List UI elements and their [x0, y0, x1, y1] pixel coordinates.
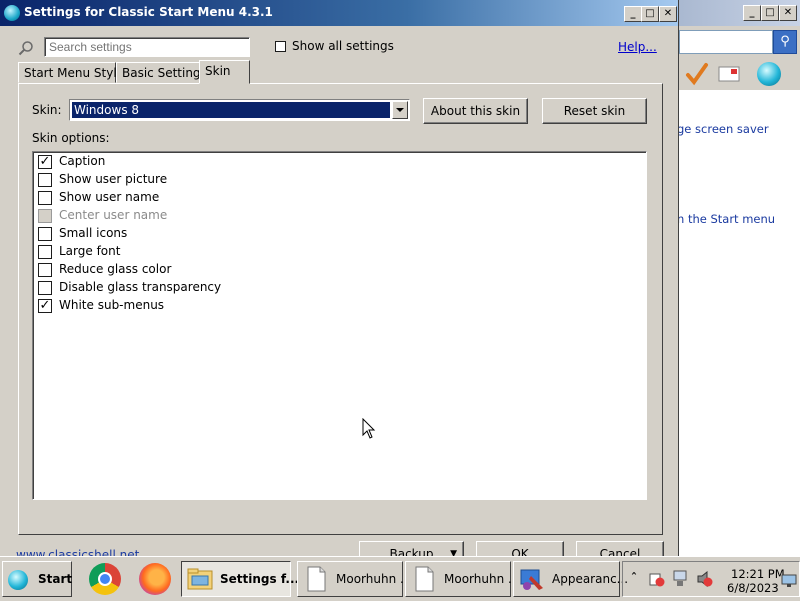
large-font-checkbox[interactable] — [38, 245, 52, 259]
option-label: White sub-menus — [59, 298, 165, 312]
center-user-name-checkbox — [38, 209, 52, 223]
chrome-icon[interactable] — [89, 563, 121, 595]
tab-basic-settings[interactable]: Basic Settings — [116, 62, 207, 83]
search-icon: ⚲ — [780, 34, 790, 49]
background-window-titlebar: _ □ ✕ — [677, 0, 800, 26]
minimize-button[interactable]: _ — [743, 5, 761, 21]
chevron-down-icon[interactable] — [392, 101, 408, 119]
taskbar: Start Settings f... Moorhuhn ... Moorhuh… — [0, 556, 800, 601]
task-label: Moorhuhn ... — [444, 572, 520, 586]
small-icons-checkbox[interactable] — [38, 227, 52, 241]
about-skin-button[interactable]: About this skin — [423, 98, 528, 124]
task-label: Settings f... — [220, 572, 300, 586]
screen-saver-link[interactable]: ge screen saver — [677, 122, 769, 136]
option-label: Center user name — [59, 208, 168, 222]
classic-shell-orb-icon — [8, 570, 28, 590]
start-menu-link[interactable]: n the Start menu — [677, 212, 775, 226]
background-content: ge screen saver n the Start menu — [677, 90, 800, 556]
help-link[interactable]: Help... — [618, 40, 657, 54]
security-alert-icon[interactable] — [649, 571, 665, 587]
option-label: Reduce glass color — [59, 262, 172, 276]
skin-options-list: ✓ Caption Show user picture Show user na… — [32, 151, 647, 500]
reduce-glass-color-checkbox[interactable] — [38, 263, 52, 277]
background-toolbar — [677, 58, 800, 90]
display-icon[interactable] — [781, 574, 797, 588]
maximize-button[interactable]: □ — [761, 5, 779, 21]
appearance-icon — [520, 569, 543, 590]
close-button[interactable]: ✕ — [659, 6, 677, 22]
option-label: Large font — [59, 244, 121, 258]
reset-skin-button[interactable]: Reset skin — [542, 98, 647, 124]
task-appearance[interactable]: Appearanc... — [513, 561, 628, 597]
checkmark-icon[interactable] — [685, 62, 709, 86]
start-button[interactable]: Start — [2, 561, 72, 597]
option-label: Show user name — [59, 190, 160, 204]
mouse-cursor-icon — [362, 418, 376, 439]
classic-shell-icon — [4, 5, 20, 21]
option-label: Disable glass transparency — [59, 280, 222, 294]
show-all-label: Show all settings — [292, 39, 394, 53]
skin-select-value: Windows 8 — [72, 102, 390, 118]
skin-options-label: Skin options: — [32, 131, 110, 145]
task-settings[interactable]: Settings f... — [181, 561, 299, 597]
clock-time[interactable]: 12:21 PM — [731, 567, 785, 581]
background-search-button[interactable]: ⚲ — [773, 30, 797, 54]
tab-start-menu-style[interactable]: Start Menu Style — [18, 62, 124, 83]
tab-skin[interactable]: Skin — [199, 60, 250, 84]
maximize-button[interactable]: □ — [641, 6, 659, 22]
settings-folder-icon — [187, 568, 213, 590]
background-window: _ □ ✕ ⚲ ge screen saver n the Start menu — [676, 0, 800, 556]
document-icon — [307, 566, 326, 592]
show-user-name-checkbox[interactable] — [38, 191, 52, 205]
white-sub-menus-checkbox[interactable]: ✓ — [38, 299, 52, 313]
mail-icon[interactable] — [717, 64, 741, 84]
titlebar: Settings for Classic Start Menu 4.3.1 _ … — [0, 0, 678, 26]
search-input[interactable] — [44, 37, 250, 57]
show-user-picture-checkbox[interactable] — [38, 173, 52, 187]
option-label: Show user picture — [59, 172, 168, 186]
close-button[interactable]: ✕ — [779, 5, 797, 21]
option-label: Small icons — [59, 226, 128, 240]
shell-icon[interactable] — [757, 62, 781, 86]
task-moorhuhn-2[interactable]: Moorhuhn ... — [405, 561, 519, 597]
caption-checkbox[interactable]: ✓ — [38, 155, 52, 169]
network-icon[interactable] — [673, 570, 689, 588]
task-moorhuhn-1[interactable]: Moorhuhn ... — [297, 561, 411, 597]
volume-muted-icon[interactable] — [697, 571, 713, 587]
task-label: Appearanc... — [552, 572, 629, 586]
window-title: Settings for Classic Start Menu 4.3.1 — [24, 5, 273, 19]
start-label: Start — [38, 572, 73, 586]
background-search-input[interactable] — [679, 30, 773, 54]
document-icon — [415, 566, 434, 592]
minimize-button[interactable]: _ — [624, 6, 642, 22]
chevron-up-icon[interactable]: ˆ — [631, 571, 637, 585]
firefox-icon[interactable] — [139, 563, 171, 595]
system-tray: ˆ 12:21 PM 6/8/2023 — [622, 561, 800, 597]
skin-select[interactable]: Windows 8 — [69, 99, 410, 121]
skin-label: Skin: — [32, 103, 62, 117]
settings-window: Settings for Classic Start Menu 4.3.1 _ … — [0, 0, 679, 567]
search-icon — [18, 41, 33, 56]
option-label: Caption — [59, 154, 106, 168]
show-all-checkbox[interactable] — [275, 41, 286, 52]
task-label: Moorhuhn ... — [336, 572, 412, 586]
disable-glass-transparency-checkbox[interactable] — [38, 281, 52, 295]
clock-date[interactable]: 6/8/2023 — [727, 581, 779, 595]
